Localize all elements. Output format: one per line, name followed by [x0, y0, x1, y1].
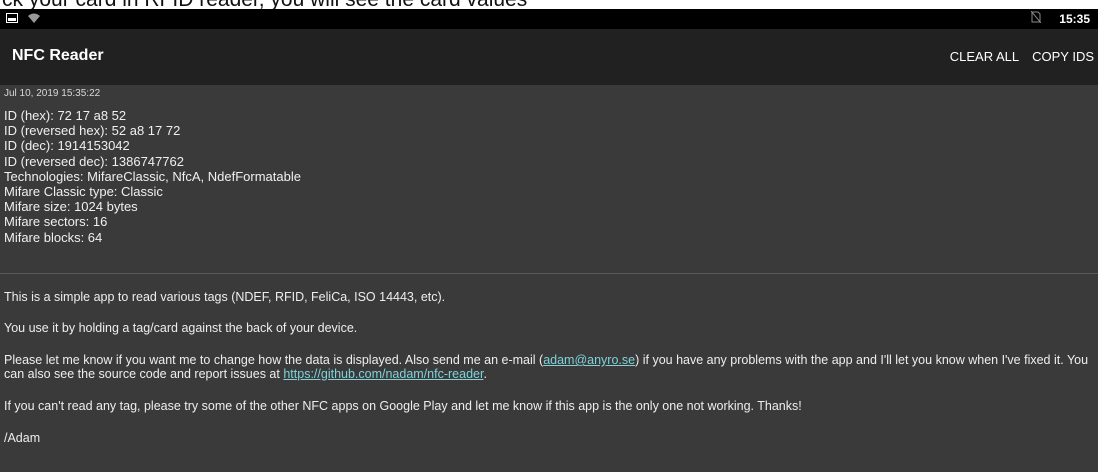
status-right: 15:35	[1030, 10, 1090, 26]
scan-line-mifare-type: Mifare Classic type: Classic	[4, 184, 163, 200]
scan-line-mifare-sectors: Mifare sectors: 16	[4, 214, 108, 230]
app-actions: CLEAR ALL COPY IDS	[950, 49, 1094, 64]
scan-line-mifare-blocks: Mifare blocks: 64	[4, 229, 103, 245]
status-left-icons	[6, 12, 40, 26]
about-paragraph-2: You use it by holding a tag/card against…	[4, 321, 358, 335]
screenshot-root: ck your card in RFID reader, you will se…	[0, 0, 1098, 472]
scan-line-id-reversed-dec: ID (reversed dec): 1386747762	[4, 153, 184, 169]
about-paragraph-4: If you can't read any tag, please try so…	[4, 399, 802, 413]
scan-line-id-dec: ID (dec): 1914153042	[4, 138, 130, 154]
scan-line-id-hex: ID (hex): 72 17 a8 52	[4, 108, 127, 123]
app-title: NFC Reader	[12, 47, 104, 64]
about-paragraph-3-end: .	[483, 367, 487, 381]
scan-timestamp: Jul 10, 2019 15:35:22	[4, 88, 101, 99]
wifi-icon	[28, 12, 40, 26]
image-icon	[6, 12, 18, 26]
status-bar: 15:35	[0, 9, 1098, 29]
scan-line-technologies: Technologies: MifareClassic, NfcA, NdefF…	[4, 168, 301, 184]
about-paragraph-3: Please let me know if you want me to cha…	[4, 353, 1094, 381]
about-paragraph-1: This is a simple app to read various tag…	[4, 290, 446, 304]
instruction-caption: ck your card in RFID reader, you will se…	[0, 0, 1098, 9]
no-sim-icon	[1030, 10, 1042, 26]
scan-details: ID (hex): 72 17 a8 52 ID (reversed hex):…	[4, 108, 301, 245]
about-paragraph-3-start: Please let me know if you want me to cha…	[4, 353, 544, 367]
copy-ids-button[interactable]: COPY IDS	[1032, 49, 1094, 64]
app-bar: NFC Reader CLEAR ALL COPY IDS	[0, 29, 1098, 85]
scan-line-mifare-size: Mifare size: 1024 bytes	[4, 199, 138, 215]
scan-line-id-reversed-hex: ID (reversed hex): 52 a8 17 72	[4, 123, 181, 139]
status-time: 15:35	[1059, 11, 1090, 26]
signature: /Adam	[4, 431, 41, 445]
clear-all-button[interactable]: CLEAR ALL	[950, 49, 1019, 64]
content-area[interactable]: Jul 10, 2019 15:35:22 ID (hex): 72 17 a8…	[0, 85, 1098, 472]
divider	[0, 273, 1098, 274]
repo-link[interactable]: https://github.com/nadam/nfc-reader	[283, 367, 483, 381]
email-link[interactable]: adam@anyro.se	[543, 353, 635, 367]
